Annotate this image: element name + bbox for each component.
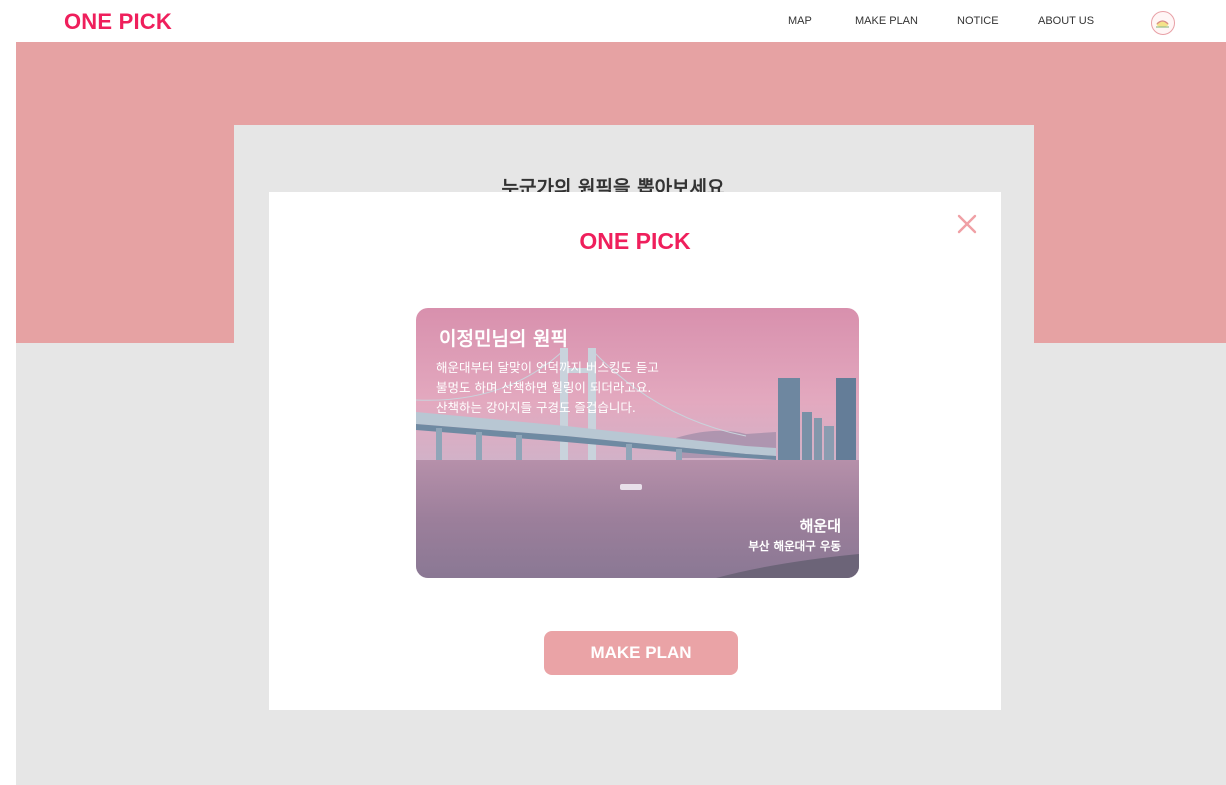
nav-link-map[interactable]: MAP: [788, 15, 812, 27]
top-navigation: ONE PICK MAP MAKE PLAN NOTICE ABOUT US: [0, 0, 1226, 42]
card-address: 부산 해운대구 우동: [748, 539, 841, 553]
pick-card[interactable]: 이정민님의 원픽 해운대부터 달맞이 언덕까지 버스킹도 듣고 불멍도 하며 산…: [416, 308, 859, 578]
one-pick-modal: ONE PICK 이정민님의 원픽 해운대부터 달맞이 언덕까지 버스킹도 듣고…: [269, 192, 1001, 710]
card-description-line: 산책하는 강아지들 구경도 즐겁습니다.: [436, 400, 636, 415]
avatar-illustration: [1156, 20, 1169, 28]
card-place-name: 해운대: [799, 517, 841, 535]
nav-link-about-us[interactable]: ABOUT US: [1038, 15, 1094, 27]
card-description-line: 불멍도 하며 산책하면 힐링이 되더라고요.: [436, 380, 652, 395]
nav-link-notice[interactable]: NOTICE: [957, 15, 999, 27]
logo[interactable]: ONE PICK: [64, 9, 172, 35]
card-description: 해운대부터 달맞이 언덕까지 버스킹도 듣고 불멍도 하며 산책하면 힐링이 되…: [436, 358, 756, 418]
make-plan-button[interactable]: MAKE PLAN: [544, 631, 738, 675]
card-description-line: 해운대부터 달맞이 언덕까지 버스킹도 듣고: [436, 360, 659, 375]
nav-link-make-plan[interactable]: MAKE PLAN: [855, 15, 918, 27]
avatar-icon[interactable]: [1151, 11, 1175, 35]
modal-logo: ONE PICK: [579, 228, 691, 254]
card-title: 이정민님의 원픽: [439, 328, 568, 350]
